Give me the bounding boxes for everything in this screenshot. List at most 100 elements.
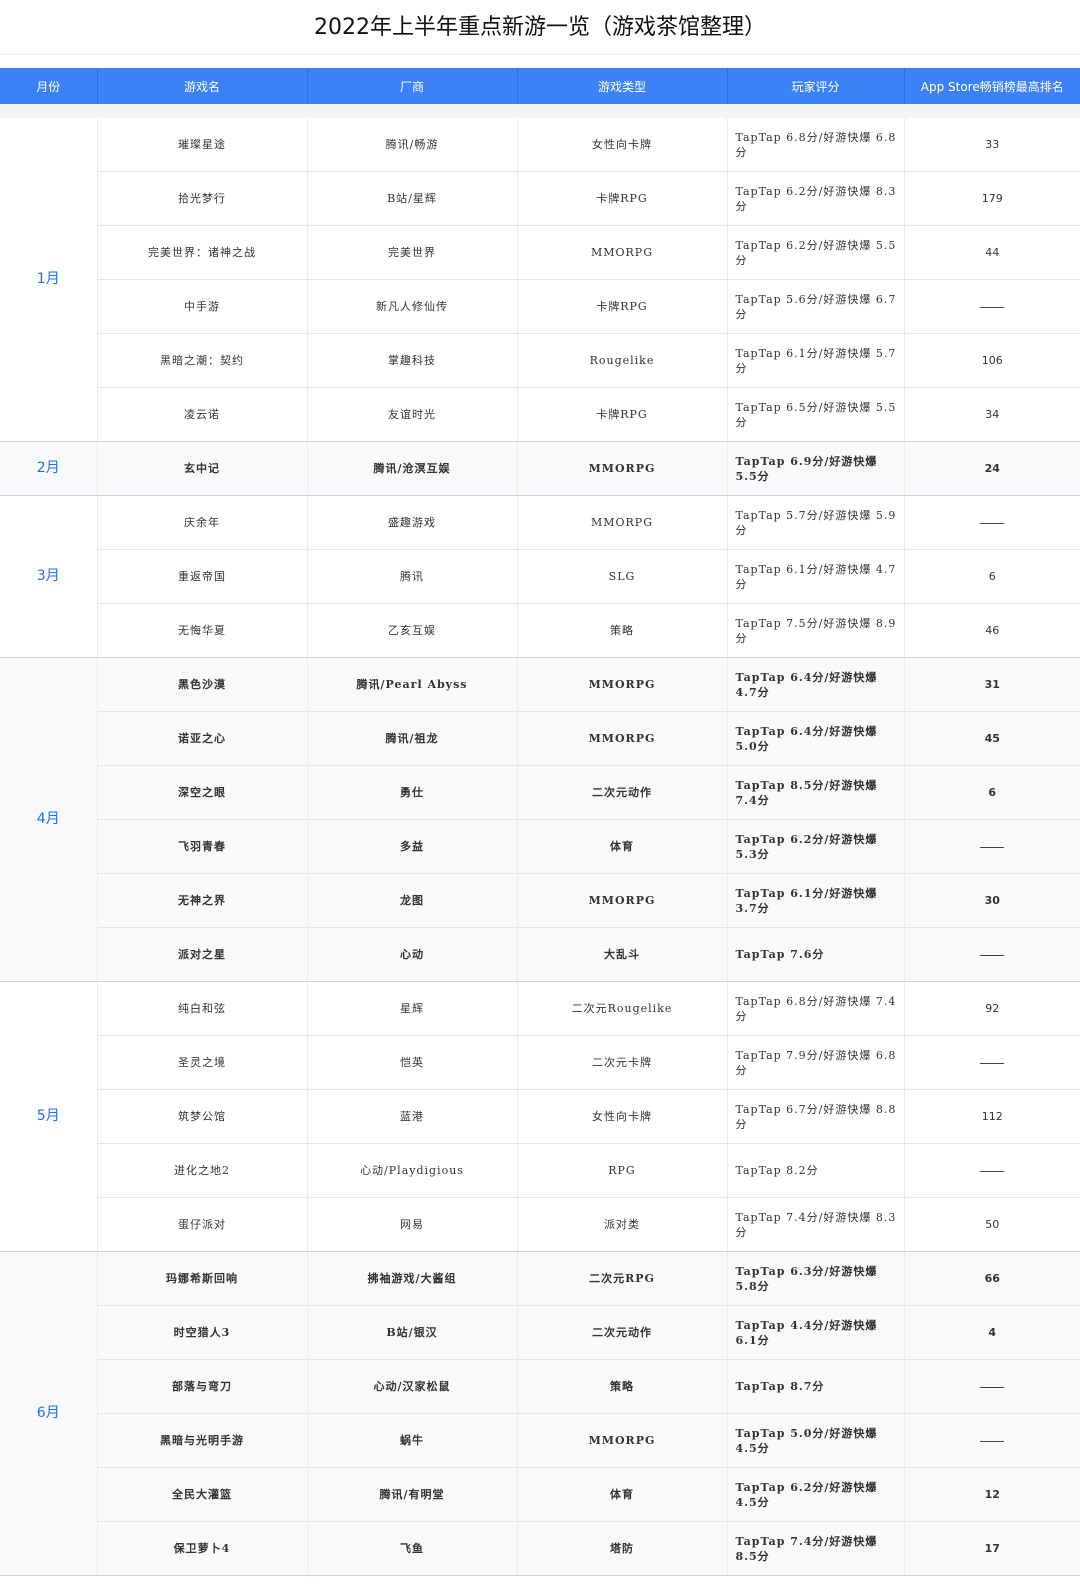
game-name-cell: 无神之界 bbox=[96, 873, 307, 928]
table-row[interactable]: 4月 黑色沙漠 腾讯/Pearl Abyss MMORPG TapTap 6.4分/好游… bbox=[0, 657, 1080, 982]
table-row[interactable]: 圣灵之境 恺英 二次元卡牌 TapTap 7.9分/好游快爆 6.8分 bbox=[0, 1035, 1080, 1090]
rank-cell: 33 bbox=[903, 118, 1080, 172]
table-row[interactable]: 派对之星 心动 大乱斗 TapTap 7.6分 bbox=[0, 927, 1080, 982]
genre-cell: MMORPG bbox=[516, 495, 727, 550]
no-rank-dash bbox=[980, 1170, 1005, 1172]
no-rank-dash bbox=[980, 846, 1005, 848]
genre-cell: 二次元动作 bbox=[516, 1305, 727, 1360]
genre-cell: 卡牌RPG bbox=[516, 387, 727, 442]
table-row[interactable]: 全民大灌篮 腾讯/有明堂 体育 TapTap 6.2分/好游快爆 4.5分 12 bbox=[0, 1467, 1080, 1522]
genre-cell: 二次元Rougelike bbox=[516, 981, 727, 1036]
rank-cell: 31 bbox=[903, 657, 1080, 712]
rank-cell: 34 bbox=[903, 387, 1080, 442]
score-cell: TapTap 6.9分/好游快爆 5.5分 bbox=[726, 441, 904, 496]
table-row[interactable]: 5月 纯白和弦 星辉 二次元Rougelike TapTap 6.8分/好游快爆 7.4… bbox=[0, 981, 1080, 1252]
column-header-month[interactable]: 月份 bbox=[0, 68, 97, 104]
table-row[interactable]: 3月 庆余年 盛趣游戏 MMORPG TapTap 5.7分/好游快爆 5.9分 bbox=[0, 495, 1080, 658]
table-row[interactable]: 诺亚之心 腾讯/祖龙 MMORPG TapTap 6.4分/好游快爆 5.0分 45 bbox=[0, 711, 1080, 766]
column-header-game[interactable]: 游戏名 bbox=[96, 68, 307, 104]
vendor-cell: 掌趣科技 bbox=[306, 333, 517, 388]
game-name-cell: 飞羽青春 bbox=[96, 819, 307, 874]
games-table: 月份 游戏名 厂商 游戏类型 玩家评分 App Store畅销榜最高排名 1月璀… bbox=[0, 68, 1080, 1576]
table-row[interactable]: 2月 玄中记 腾讯/沧溟互娱 MMORPG TapTap 6.9分/好游快爆 5.5分 2… bbox=[0, 441, 1080, 496]
rank-cell bbox=[903, 1359, 1080, 1414]
month-cell: 1月 bbox=[0, 118, 97, 442]
game-name-cell: 纯白和弦 bbox=[96, 981, 307, 1036]
genre-cell: SLG bbox=[516, 549, 727, 604]
rank-cell: 112 bbox=[903, 1089, 1080, 1144]
table-row[interactable]: 重返帝国 腾讯 SLG TapTap 6.1分/好游快爆 4.7分 6 bbox=[0, 549, 1080, 604]
rank-cell: 4 bbox=[903, 1305, 1080, 1360]
table-row[interactable]: 1月 璀璨星途 腾讯/畅游 女性向卡牌 TapTap 6.8分/好游快爆 6.8分 33 bbox=[0, 118, 1080, 442]
month-cell: 6月 bbox=[0, 1251, 97, 1576]
rank-cell: 92 bbox=[903, 981, 1080, 1036]
genre-cell: MMORPG bbox=[516, 1413, 727, 1468]
table-row[interactable]: 蛋仔派对 网易 派对类 TapTap 7.4分/好游快爆 8.3分 50 bbox=[0, 1197, 1080, 1252]
rank-cell: 30 bbox=[903, 873, 1080, 928]
game-name-cell: 保卫萝卜4 bbox=[96, 1521, 307, 1576]
genre-cell: MMORPG bbox=[516, 711, 727, 766]
rank-cell: 12 bbox=[903, 1467, 1080, 1522]
score-cell: TapTap 6.2分/好游快爆 8.3分 bbox=[726, 171, 904, 226]
score-cell: TapTap 6.5分/好游快爆 5.5分 bbox=[726, 387, 904, 442]
rank-cell bbox=[903, 927, 1080, 982]
genre-cell: 派对类 bbox=[516, 1197, 727, 1252]
genre-cell: MMORPG bbox=[516, 225, 727, 280]
table-row[interactable]: 拾光梦行 B站/星辉 卡牌RPG TapTap 6.2分/好游快爆 8.3分 179 bbox=[0, 171, 1080, 226]
score-cell: TapTap 6.8分/好游快爆 6.8分 bbox=[726, 118, 904, 172]
table-row[interactable]: 部落与弯刀 心动/汉家松鼠 策略 TapTap 8.7分 bbox=[0, 1359, 1080, 1414]
genre-cell: 卡牌RPG bbox=[516, 171, 727, 226]
game-name-cell: 全民大灌篮 bbox=[96, 1467, 307, 1522]
genre-cell: 女性向卡牌 bbox=[516, 118, 727, 172]
table-row[interactable]: 完美世界：诸神之战 完美世界 MMORPG TapTap 6.2分/好游快爆 5.5分… bbox=[0, 225, 1080, 280]
table-row[interactable]: 6月 玛娜希斯回响 拂袖游戏/大酱组 二次元RPG TapTap 6.3分/好游快爆 5… bbox=[0, 1251, 1080, 1576]
rank-cell: 45 bbox=[903, 711, 1080, 766]
genre-cell: 卡牌RPG bbox=[516, 279, 727, 334]
vendor-cell: 恺英 bbox=[306, 1035, 517, 1090]
score-cell: TapTap 7.4分/好游快爆 8.3分 bbox=[726, 1197, 904, 1252]
genre-cell: 大乱斗 bbox=[516, 927, 727, 982]
score-cell: TapTap 6.4分/好游快爆 5.0分 bbox=[726, 711, 904, 766]
table-row[interactable]: 黑暗之潮：契约 掌趣科技 Rougelike TapTap 6.1分/好游快爆 5.7… bbox=[0, 333, 1080, 388]
score-cell: TapTap 8.5分/好游快爆 7.4分 bbox=[726, 765, 904, 820]
score-cell: TapTap 7.6分 bbox=[726, 927, 904, 982]
vendor-cell: 腾讯/沧溟互娱 bbox=[306, 441, 517, 496]
column-header-score[interactable]: 玩家评分 bbox=[726, 68, 904, 104]
vendor-cell: 拂袖游戏/大酱组 bbox=[306, 1251, 517, 1306]
game-name-cell: 诺亚之心 bbox=[96, 711, 307, 766]
column-header-vendor[interactable]: 厂商 bbox=[306, 68, 517, 104]
no-rank-dash bbox=[980, 1440, 1005, 1442]
table-row[interactable]: 中手游 新凡人修仙传 卡牌RPG TapTap 5.6分/好游快爆 6.7分 bbox=[0, 279, 1080, 334]
rank-cell bbox=[903, 1143, 1080, 1198]
score-cell: TapTap 5.7分/好游快爆 5.9分 bbox=[726, 495, 904, 550]
vendor-cell: 腾讯/有明堂 bbox=[306, 1467, 517, 1522]
game-name-cell: 完美世界：诸神之战 bbox=[96, 225, 307, 280]
game-name-cell: 拾光梦行 bbox=[96, 171, 307, 226]
score-cell: TapTap 6.7分/好游快爆 8.8分 bbox=[726, 1089, 904, 1144]
table-row[interactable]: 时空猎人3 B站/银汉 二次元动作 TapTap 4.4分/好游快爆 6.1分 4 bbox=[0, 1305, 1080, 1360]
game-name-cell: 璀璨星途 bbox=[96, 118, 307, 172]
score-cell: TapTap 4.4分/好游快爆 6.1分 bbox=[726, 1305, 904, 1360]
table-row[interactable]: 黑暗与光明手游 蜗牛 MMORPG TapTap 5.0分/好游快爆 4.5分 bbox=[0, 1413, 1080, 1468]
game-name-cell: 玄中记 bbox=[96, 441, 307, 496]
table-row[interactable]: 无悔华夏 乙亥互娱 策略 TapTap 7.5分/好游快爆 8.9分 46 bbox=[0, 603, 1080, 658]
genre-cell: 体育 bbox=[516, 1467, 727, 1522]
table-spacer-row bbox=[0, 104, 1080, 118]
table-row[interactable]: 飞羽青春 多益 体育 TapTap 6.2分/好游快爆 5.3分 bbox=[0, 819, 1080, 874]
genre-cell: 二次元动作 bbox=[516, 765, 727, 820]
table-row[interactable]: 深空之眼 勇仕 二次元动作 TapTap 8.5分/好游快爆 7.4分 6 bbox=[0, 765, 1080, 820]
column-header-genre[interactable]: 游戏类型 bbox=[516, 68, 727, 104]
rank-cell: 24 bbox=[903, 441, 1080, 496]
table-row[interactable]: 无神之界 龙图 MMORPG TapTap 6.1分/好游快爆 3.7分 30 bbox=[0, 873, 1080, 928]
vendor-cell: 腾讯/Pearl Abyss bbox=[306, 657, 517, 712]
vendor-cell: 腾讯/祖龙 bbox=[306, 711, 517, 766]
game-name-cell: 筑梦公馆 bbox=[96, 1089, 307, 1144]
table-row[interactable]: 保卫萝卜4 飞鱼 塔防 TapTap 7.4分/好游快爆 8.5分 17 bbox=[0, 1521, 1080, 1576]
table-row[interactable]: 筑梦公馆 蓝港 女性向卡牌 TapTap 6.7分/好游快爆 8.8分 112 bbox=[0, 1089, 1080, 1144]
column-header-rank[interactable]: App Store畅销榜最高排名 bbox=[903, 68, 1080, 104]
genre-cell: MMORPG bbox=[516, 657, 727, 712]
score-cell: TapTap 8.2分 bbox=[726, 1143, 904, 1198]
rank-cell bbox=[903, 279, 1080, 334]
table-row[interactable]: 凌云诺 友谊时光 卡牌RPG TapTap 6.5分/好游快爆 5.5分 34 bbox=[0, 387, 1080, 442]
table-row[interactable]: 进化之地2 心动/Playdigious RPG TapTap 8.2分 bbox=[0, 1143, 1080, 1198]
